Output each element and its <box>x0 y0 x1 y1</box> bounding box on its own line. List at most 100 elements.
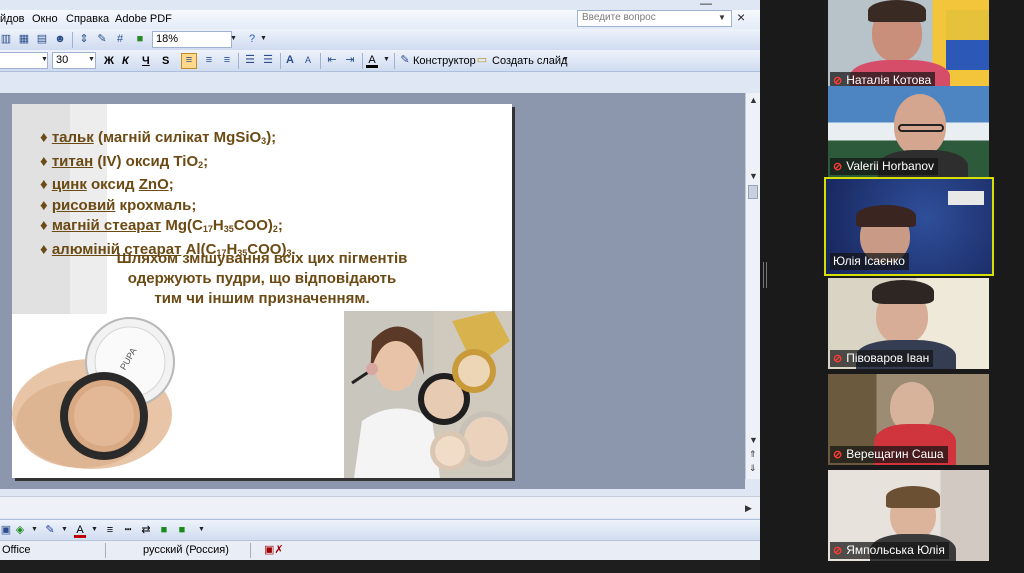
chevron-down-icon[interactable]: ▼ <box>230 35 237 42</box>
air-conditioner-decoration <box>948 191 984 205</box>
table-icon[interactable]: ▦ <box>18 33 30 45</box>
people-icon[interactable]: ☻ <box>54 33 66 45</box>
powder-compact-illustration: PUPA <box>12 317 175 469</box>
align-right-icon[interactable]: ≡ <box>221 54 233 66</box>
chevron-down-icon[interactable]: ▼ <box>41 56 48 63</box>
chevron-down-icon[interactable]: ▼ <box>91 526 98 533</box>
scroll-right-icon[interactable]: ▶ <box>745 503 752 514</box>
chevron-down-icon[interactable]: ▼ <box>198 526 205 533</box>
pigment-bullet-item: ♦ цинк оксид ZnO; <box>40 175 510 196</box>
bullet-text-part: ZnO <box>138 176 169 193</box>
grid-icon[interactable]: # <box>114 33 126 45</box>
color-grayscale-icon[interactable]: ■ <box>134 33 146 45</box>
3d-style-icon[interactable]: ■ <box>176 524 188 536</box>
bold-button[interactable]: Ж <box>104 53 114 69</box>
document-icon[interactable]: ▤ <box>36 33 48 45</box>
chevron-down-icon[interactable]: ▼ <box>562 56 569 63</box>
chevron-down-icon[interactable]: ▼ <box>88 56 95 63</box>
pigment-bullet-item: ♦ титан (IV) оксид TiO2; <box>40 152 510 176</box>
bullet-text-part: 35 <box>223 224 234 234</box>
participant-name-tag: ⊘ Пiвоваров Iван <box>830 350 934 367</box>
bullet-list-icon[interactable]: ☰ <box>262 54 274 66</box>
panel-resize-handle[interactable] <box>763 262 767 288</box>
arrow-style-icon[interactable]: ⇄ <box>140 524 152 536</box>
bullet-text-part: рисовий <box>51 196 116 214</box>
menu-window-partial[interactable]: йдов <box>0 13 25 25</box>
numbered-list-icon[interactable]: ☰ <box>244 54 256 66</box>
help-question-input[interactable]: Введите вопрос <box>577 10 732 27</box>
toolbar-separator <box>72 32 73 48</box>
designer-icon: ✎ <box>400 54 410 66</box>
bullet-diamond-icon: ♦ <box>40 152 48 170</box>
menu-window[interactable]: Окно <box>32 13 58 25</box>
chevron-down-icon[interactable]: ▼ <box>383 56 390 63</box>
bullet-text-part: (IV) оксид TiO <box>93 152 199 170</box>
chevron-down-icon[interactable]: ▼ <box>31 526 38 533</box>
fill-color-icon[interactable]: ◈ <box>14 524 26 536</box>
participant-hair <box>886 486 940 508</box>
toolbar-separator <box>394 53 395 69</box>
participant-tile[interactable]: ⊘ Верещагин Саша <box>828 374 989 465</box>
designer-button[interactable]: Конструктор <box>413 53 476 69</box>
font-color-icon[interactable]: A <box>366 54 378 68</box>
new-slide-button[interactable]: Создать слайд <box>492 53 567 69</box>
chevron-down-icon[interactable]: ▼ <box>61 526 68 533</box>
zoom-select[interactable]: 18% <box>152 31 232 48</box>
align-left-icon[interactable]: ≡ <box>181 53 197 69</box>
bullet-diamond-icon: ♦ <box>40 240 48 258</box>
previous-slide-icon[interactable]: ⇑ <box>749 449 757 460</box>
participant-name-tag: Юлія Ісаєнко <box>830 253 909 270</box>
horizontal-scrollbar[interactable]: ▶ <box>0 496 760 518</box>
scroll-down-icon[interactable]: ▼ <box>749 171 758 181</box>
format-painter-icon[interactable]: ✎ <box>96 33 108 45</box>
participant-tile[interactable]: ⊘ Ямпольська Юлія <box>828 470 989 561</box>
scroll-thumb[interactable] <box>748 185 758 199</box>
bullet-text-part: ; <box>168 176 174 193</box>
font-color-icon[interactable]: A <box>74 524 86 538</box>
increase-font-icon[interactable]: A <box>284 54 296 66</box>
minimize-button[interactable]: — <box>700 0 712 10</box>
expand-icon[interactable]: ⇕ <box>78 33 90 45</box>
italic-button[interactable]: К <box>122 53 129 69</box>
3d-icon[interactable]: ▣ <box>0 524 12 536</box>
status-language: русский (Россия) <box>143 544 229 556</box>
line-style-icon[interactable]: ≡ <box>104 524 116 536</box>
bullet-text-part: крохмаль; <box>115 196 197 214</box>
slide-summary-text: Шляхом змішування всіх цих пігментів оде… <box>92 249 432 309</box>
flag-decoration <box>946 10 989 70</box>
glasses-icon <box>898 124 944 132</box>
participant-name: Пiвоваров Iван <box>846 351 930 365</box>
decrease-font-icon[interactable]: A <box>302 54 314 66</box>
next-slide-icon[interactable]: ⇓ <box>749 463 757 474</box>
help-icon[interactable]: ? <box>246 33 258 45</box>
menu-adobe-pdf[interactable]: Adobe PDF <box>115 13 172 25</box>
menu-help[interactable]: Справка <box>66 13 109 25</box>
shadow-button[interactable]: S <box>162 53 169 69</box>
align-center-icon[interactable]: ≡ <box>203 54 215 66</box>
participant-tile-active-speaker[interactable]: Юлія Ісаєнко <box>824 177 994 276</box>
decrease-indent-icon[interactable]: ⇤ <box>326 54 338 66</box>
line-color-icon[interactable]: ✎ <box>44 524 56 536</box>
chart-icon[interactable]: ▥ <box>0 33 12 45</box>
vertical-scrollbar[interactable]: ▲ ▼ ▼ ⇑ ⇓ <box>745 93 760 479</box>
summary-line: одержують пудри, що відповідають <box>127 270 397 287</box>
toolbar-separator <box>238 53 239 69</box>
dash-style-icon[interactable]: ┅ <box>122 524 134 536</box>
participant-tile[interactable]: ⊘ Наталія Котова <box>828 0 989 91</box>
status-design-name: Office <box>2 544 31 556</box>
shadow-style-icon[interactable]: ■ <box>158 524 170 536</box>
participant-name: Юлія Ісаєнко <box>833 254 905 268</box>
chevron-down-icon[interactable]: ▼ <box>718 13 726 22</box>
participant-tile[interactable]: ⊘ Пiвоваров Iван <box>828 278 989 369</box>
new-slide-icon: ▭ <box>476 54 488 66</box>
spelling-check-icon[interactable]: ▣✗ <box>264 543 284 556</box>
participant-name: Ямпольська Юлія <box>846 543 945 557</box>
chevron-down-icon[interactable]: ▼ <box>260 35 267 42</box>
underline-button[interactable]: Ч <box>142 53 150 69</box>
scroll-up-icon[interactable]: ▲ <box>749 95 758 105</box>
participant-tile[interactable]: ⊘ Valerii Horbanov <box>828 86 989 177</box>
scroll-down-icon[interactable]: ▼ <box>749 435 758 445</box>
increase-indent-icon[interactable]: ⇥ <box>344 54 356 66</box>
status-divider <box>105 543 106 558</box>
close-button[interactable]: × <box>737 9 745 25</box>
